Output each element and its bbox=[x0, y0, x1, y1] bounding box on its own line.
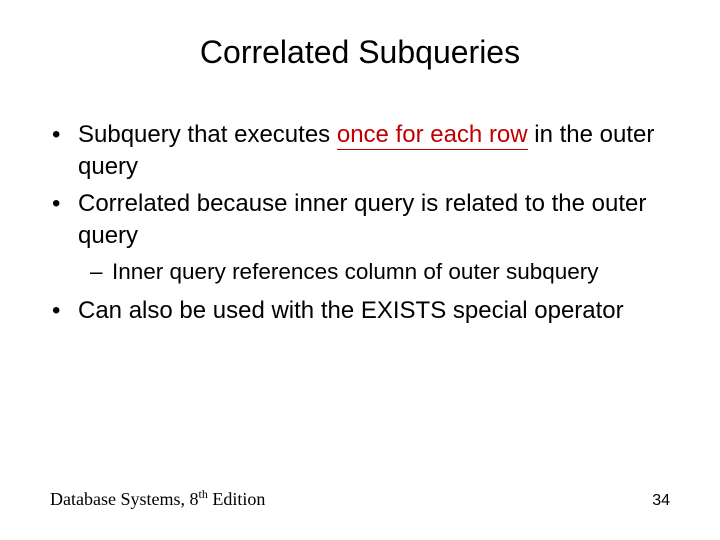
slide-title: Correlated Subqueries bbox=[50, 34, 670, 71]
bullet-text: Subquery that executes once for each row… bbox=[78, 119, 670, 184]
text-fragment: Subquery that executes bbox=[78, 121, 337, 148]
text-fragment: Edition bbox=[208, 489, 266, 509]
emphasized-text: once for each row bbox=[337, 121, 528, 150]
page-number: 34 bbox=[652, 492, 670, 510]
bullet-text: Inner query references column of outer s… bbox=[112, 257, 670, 287]
footer-book-title: Database Systems, 8th Edition bbox=[50, 487, 265, 510]
sub-bullet-item: – Inner query references column of outer… bbox=[88, 257, 670, 287]
bullet-marker: • bbox=[50, 119, 78, 184]
bullet-item: • Subquery that executes once for each r… bbox=[50, 119, 670, 184]
bullet-item: • Correlated because inner query is rela… bbox=[50, 188, 670, 253]
ordinal-suffix: th bbox=[198, 487, 207, 501]
bullet-text: Can also be used with the EXISTS special… bbox=[78, 295, 670, 327]
bullet-text: Correlated because inner query is relate… bbox=[78, 188, 670, 253]
slide-body: • Subquery that executes once for each r… bbox=[50, 119, 670, 327]
text-fragment: Database Systems, 8 bbox=[50, 489, 198, 509]
slide-footer: Database Systems, 8th Edition 34 bbox=[50, 487, 670, 510]
bullet-item: • Can also be used with the EXISTS speci… bbox=[50, 295, 670, 327]
slide: Correlated Subqueries • Subquery that ex… bbox=[0, 0, 720, 540]
bullet-marker: – bbox=[88, 257, 112, 287]
bullet-marker: • bbox=[50, 188, 78, 253]
bullet-marker: • bbox=[50, 295, 78, 327]
